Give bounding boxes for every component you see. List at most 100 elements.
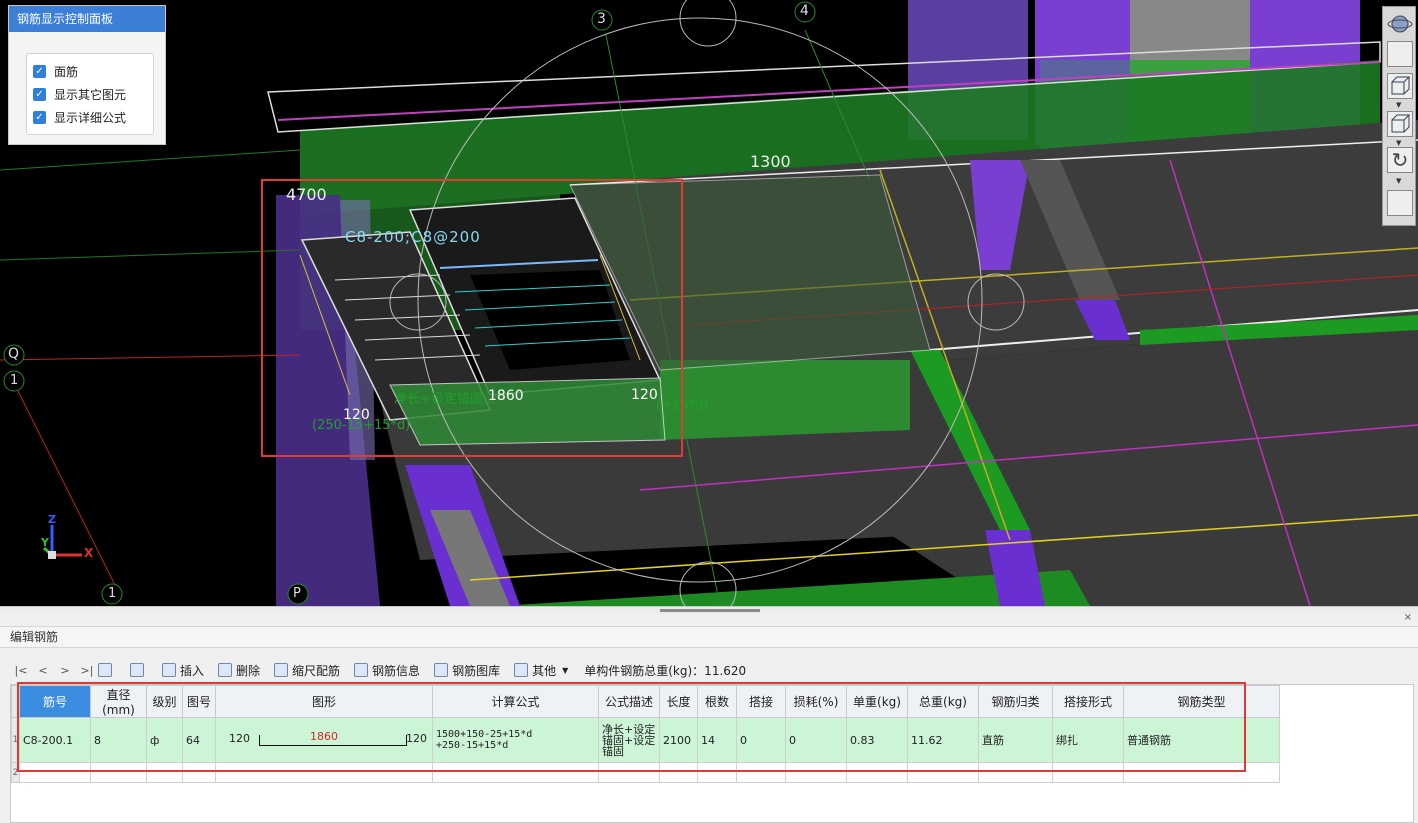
edit-rebar-panel: × 编辑钢筋 |< < > >| 插入 删除 缩尺配筋 钢筋信息 钢筋图库 其他… (0, 612, 1418, 823)
col-header[interactable]: 损耗(%) (785, 685, 847, 718)
empty-cell[interactable] (1123, 762, 1280, 783)
col-header[interactable]: 总重(kg) (907, 685, 979, 718)
editor-toolbar: |< < > >| 插入 删除 缩尺配筋 钢筋信息 钢筋图库 其他 ▼ 单构件钢筋… (10, 660, 746, 680)
dim-1300: 1300 (750, 152, 791, 171)
checkbox-checked-icon[interactable]: ✓ (33, 65, 46, 78)
col-header[interactable]: 筋号 (19, 685, 91, 718)
rebar-info-button[interactable]: 钢筋信息 (354, 662, 420, 679)
table-row[interactable]: 1 C8-200.1 8 ф 64 120 1860 120 1500+150-… (11, 717, 1280, 763)
rotate-icon[interactable]: ↻ (1387, 147, 1413, 173)
col-header[interactable]: 钢筋归类 (978, 685, 1053, 718)
insert-button[interactable]: 插入 (162, 662, 204, 679)
cell-bar-type[interactable]: 普通钢筋 (1123, 717, 1280, 763)
col-header[interactable]: 搭接形式 (1052, 685, 1124, 718)
empty-cell[interactable] (697, 762, 737, 783)
chevron-down-icon[interactable]: ▼ (1396, 140, 1404, 147)
col-header[interactable]: 搭接 (736, 685, 786, 718)
panel-title: 编辑钢筋 (0, 626, 1418, 648)
empty-cell[interactable] (846, 762, 908, 783)
empty-cell[interactable] (1052, 762, 1124, 783)
option-face-rebar[interactable]: ✓ 面筋 (27, 60, 153, 83)
empty-cell[interactable] (19, 762, 91, 783)
cell-grade[interactable]: ф (146, 717, 183, 763)
cell-unit-weight[interactable]: 0.83 (846, 717, 908, 763)
other-button[interactable]: 其他 ▼ (514, 662, 568, 679)
cell-lap-type[interactable]: 绑扎 (1052, 717, 1124, 763)
checkbox-checked-icon[interactable]: ✓ (33, 88, 46, 101)
empty-cell[interactable] (659, 762, 698, 783)
next-record-button[interactable]: > (54, 664, 76, 677)
delete-button[interactable]: 删除 (218, 662, 260, 679)
move-down-button[interactable] (130, 663, 148, 677)
options-box: ✓ 面筋 ✓ 显示其它图元 ✓ 显示详细公式 (26, 53, 154, 135)
col-header[interactable]: 钢筋类型 (1123, 685, 1280, 718)
shape-right-value: 120 (406, 732, 427, 745)
col-header[interactable]: 公式描述 (598, 685, 660, 718)
col-header[interactable]: 根数 (697, 685, 737, 718)
col-header[interactable]: 图形 (215, 685, 433, 718)
3d-viewport[interactable]: 3 4 Q 1 1 P 4700 1300 C8-200;C8@200 1860… (0, 0, 1418, 606)
cell-shape[interactable]: 120 1860 120 (215, 717, 433, 763)
col-header[interactable]: 直径(mm) (90, 685, 147, 718)
rebar-shape-figure: 120 1860 120 (219, 725, 429, 755)
cell-formula[interactable]: 1500+150-25+15*d +250-15+15*d (432, 717, 599, 763)
empty-cell[interactable] (146, 762, 183, 783)
cell-fig-no[interactable]: 64 (182, 717, 216, 763)
chevron-down-icon[interactable]: ▼ (1396, 102, 1404, 109)
wireframe-box-icon[interactable] (1387, 111, 1413, 137)
col-header[interactable]: 长度 (659, 685, 698, 718)
cell-length[interactable]: 2100 (659, 717, 698, 763)
rebar-info-label: 钢筋信息 (372, 663, 421, 678)
move-up-button[interactable] (98, 663, 116, 677)
rebar-library-button[interactable]: 钢筋图库 (434, 662, 500, 679)
empty-cell[interactable] (182, 762, 216, 783)
empty-cell[interactable] (598, 762, 660, 783)
empty-cell[interactable] (90, 762, 147, 783)
scaled-rebar-button[interactable]: 缩尺配筋 (274, 662, 340, 679)
col-header[interactable]: 计算公式 (432, 685, 599, 718)
cell-formula-desc[interactable]: 净长+设定 锚固+设定 锚固 (598, 717, 660, 763)
option-show-detailed-formula[interactable]: ✓ 显示详细公式 (27, 106, 153, 129)
empty-cell[interactable] (215, 762, 433, 783)
empty-cell[interactable] (785, 762, 847, 783)
checkbox-checked-icon[interactable]: ✓ (33, 111, 46, 124)
coord-y: Y (41, 536, 49, 549)
row-number: 1 (11, 717, 20, 763)
chevron-down-icon[interactable]: ▼ (1396, 178, 1404, 185)
table-row[interactable]: 2 (11, 762, 1280, 783)
option-label: 显示详细公式 (54, 111, 127, 125)
option-show-other-elements[interactable]: ✓ 显示其它图元 (27, 83, 153, 106)
formula-text: 净长+设定锚固... (394, 392, 496, 407)
2d-view-icon[interactable] (1387, 41, 1413, 67)
3d-box-icon[interactable] (1387, 73, 1413, 99)
col-header[interactable]: 图号 (182, 685, 216, 718)
first-record-button[interactable]: |< (10, 664, 32, 677)
scale-icon (274, 663, 289, 677)
cell-category[interactable]: 直筋 (978, 717, 1053, 763)
last-record-button[interactable]: >| (76, 664, 98, 677)
col-header[interactable]: 级别 (146, 685, 183, 718)
panel-splitter[interactable] (0, 606, 1418, 614)
cell-lap[interactable]: 0 (736, 717, 786, 763)
prev-record-button[interactable]: < (32, 664, 54, 677)
empty-cell[interactable] (736, 762, 786, 783)
cell-diameter[interactable]: 8 (90, 717, 147, 763)
option-label: 面筋 (54, 65, 79, 79)
formula-partial-right: (+15*d) (656, 398, 709, 413)
orbit-icon[interactable] (1387, 11, 1413, 37)
empty-cell[interactable] (907, 762, 979, 783)
cell-bar-no[interactable]: C8-200.1 (19, 717, 91, 763)
empty-cell[interactable] (978, 762, 1053, 783)
other-label: 其他 (532, 663, 557, 678)
close-icon[interactable]: × (1404, 612, 1412, 623)
cell-total-weight[interactable]: 11.62 (907, 717, 979, 763)
cell-loss[interactable]: 0 (785, 717, 847, 763)
dim-120-right: 120 (631, 387, 658, 403)
layout-icon[interactable] (1387, 190, 1413, 216)
empty-cell[interactable] (432, 762, 599, 783)
delete-label: 删除 (236, 663, 261, 678)
col-header[interactable]: 单重(kg) (846, 685, 908, 718)
splitter-grip[interactable] (660, 609, 760, 612)
cell-count[interactable]: 14 (697, 717, 737, 763)
chevron-down-icon: ▼ (562, 665, 569, 675)
